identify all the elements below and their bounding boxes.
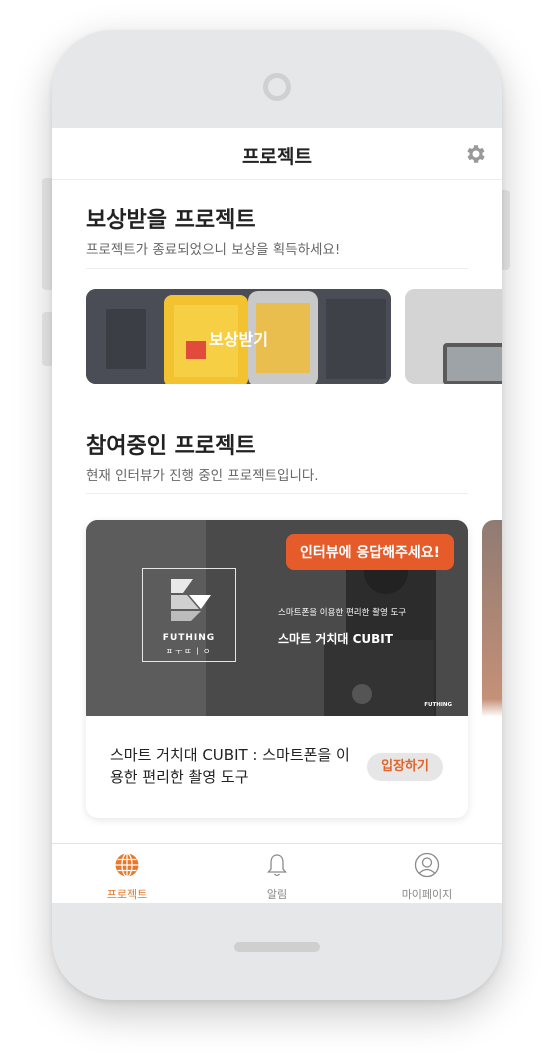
project-title: 스마트 거치대 CUBIT : 스마트폰을 이용한 편리한 촬영 도구 <box>110 746 350 786</box>
image-tagline: 스마트폰을 이용한 편리한 촬영 도구 <box>278 608 407 618</box>
reward-card-next[interactable] <box>405 289 502 384</box>
image-product-name: 스마트 거치대 CUBIT <box>278 632 393 646</box>
project-image: 인터뷰에 응답해주세요! FUTHING ㅍㅜㄸㅣㅇ 스마트폰을 이용한 편리한… <box>86 520 468 716</box>
participating-section-title: 참여중인 프로젝트 <box>86 434 256 459</box>
logo-subtext: ㅍㅜㄸㅣㅇ <box>165 647 213 656</box>
phone-frame: 프로젝트 보상받을 프로젝트 프로젝트가 종료되었으니 보상을 획득하세요! 보… <box>52 30 502 1000</box>
nav-item-project[interactable]: 프로젝트 <box>52 844 202 903</box>
reward-divider <box>86 268 468 269</box>
bottom-nav: 프로젝트 알림 마이페이지 <box>52 843 502 903</box>
reward-card-label: 보상받기 <box>209 330 268 349</box>
bell-icon <box>267 854 287 877</box>
nav-label-mypage: 마이페이지 <box>401 888 453 901</box>
nav-item-mypage[interactable]: 마이페이지 <box>352 844 502 903</box>
project-card[interactable]: 인터뷰에 응답해주세요! FUTHING ㅍㅜㄸㅣㅇ 스마트폰을 이용한 편리한… <box>86 520 468 818</box>
home-indicator <box>234 942 320 952</box>
participating-divider <box>86 493 468 494</box>
futhing-logo: FUTHING ㅍㅜㄸㅣㅇ <box>142 568 236 662</box>
project-card-next[interactable] <box>482 520 502 818</box>
reward-card[interactable]: 보상받기 <box>86 289 391 384</box>
user-icon <box>414 852 440 878</box>
participating-section-subtitle: 현재 인터뷰가 진행 중인 프로젝트입니다. <box>86 468 319 484</box>
nav-label-project: 프로젝트 <box>106 888 148 901</box>
globe-icon <box>115 852 139 878</box>
reward-section-subtitle: 프로젝트가 종료되었으니 보상을 획득하세요! <box>86 242 341 258</box>
reward-section-title: 보상받을 프로젝트 <box>86 208 256 233</box>
enter-button[interactable]: 입장하기 <box>367 753 443 781</box>
interview-badge: 인터뷰에 응답해주세요! <box>285 534 454 570</box>
futhing-logo-mark <box>171 579 211 621</box>
gear-icon[interactable] <box>464 142 488 166</box>
page-title: 프로젝트 <box>242 146 312 168</box>
nav-label-alarm: 알림 <box>266 888 288 901</box>
front-camera <box>263 73 291 101</box>
corner-logo: FUTHING <box>424 702 452 708</box>
top-bar: 프로젝트 <box>52 128 502 180</box>
logo-text: FUTHING <box>162 633 216 643</box>
reward-card-next-image <box>405 289 502 384</box>
app-screen: 프로젝트 보상받을 프로젝트 프로젝트가 종료되었으니 보상을 획득하세요! 보… <box>52 128 502 903</box>
nav-item-alarm[interactable]: 알림 <box>202 844 352 903</box>
